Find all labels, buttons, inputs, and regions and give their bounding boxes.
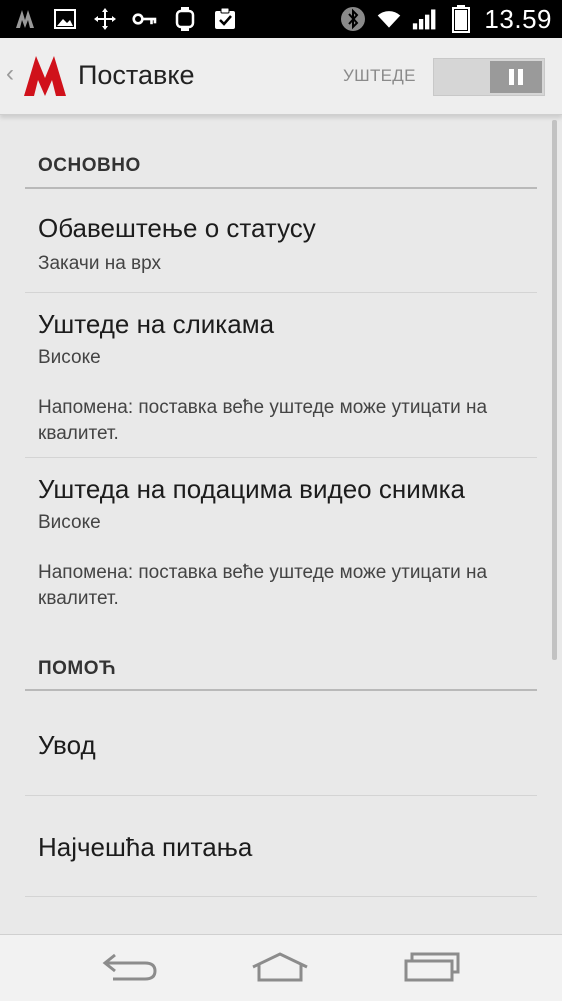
watch-icon: [172, 6, 198, 32]
toggle-thumb: [490, 61, 542, 93]
pref-status-notification[interactable]: Обавештење о статусу Закачи на врх: [0, 189, 552, 293]
section-header-basic: ОСНОВНО: [38, 155, 141, 176]
battery-icon: [448, 5, 474, 33]
key-icon: [132, 6, 158, 32]
clipboard-check-icon: [212, 6, 238, 32]
navigation-bar: [0, 934, 562, 1001]
pref-summary: Високе: [38, 347, 101, 368]
bluetooth-icon: [340, 6, 366, 32]
pref-title: Уштеда на подацима видео снимка: [38, 474, 465, 504]
pref-video-savings[interactable]: Уштеда на подацима видео снимка Високе Н…: [0, 458, 552, 622]
home-icon: [252, 952, 308, 982]
chevron-left-icon: ‹: [6, 60, 14, 87]
clock: 13.59: [484, 3, 552, 34]
image-icon: [52, 6, 78, 32]
pref-title: Увод: [38, 730, 96, 760]
scrollbar[interactable]: [552, 120, 557, 660]
pref-faq[interactable]: Најчешћа питања: [0, 796, 552, 896]
status-bar: 13.59: [0, 0, 562, 38]
settings-list: ОСНОВНО Обавештење о статусу Закачи на в…: [0, 115, 562, 933]
opera-max-icon: [12, 6, 38, 32]
pref-note: Напомена: поставка веће уштеде може утиц…: [38, 397, 488, 444]
notification-icons: [12, 6, 238, 32]
home-button[interactable]: [248, 947, 312, 987]
pref-summary: Закачи на врх: [38, 253, 161, 274]
row-divider: [25, 896, 537, 897]
recents-button[interactable]: [400, 947, 464, 987]
up-button[interactable]: ‹: [0, 38, 72, 114]
move-icon: [92, 6, 118, 32]
pause-icon: [509, 69, 514, 85]
opera-max-logo: [24, 56, 66, 96]
pref-image-savings[interactable]: Уштеде на сликама Високе Напомена: поста…: [0, 293, 552, 457]
signal-icon: [412, 6, 438, 32]
pref-title: Обавештење о статусу: [38, 213, 316, 243]
back-button[interactable]: [98, 947, 162, 987]
page-title: Поставке: [78, 60, 195, 90]
action-bar: ‹ Поставке УШТЕДЕ: [0, 38, 562, 115]
pref-title: Најчешћа питања: [38, 832, 253, 862]
savings-toggle[interactable]: [433, 58, 545, 96]
pref-title: Уштеде на сликама: [38, 309, 275, 339]
section-header-help: ПОМОЋ: [38, 658, 117, 679]
recents-icon: [404, 952, 460, 982]
system-icons: 13.59: [340, 4, 552, 34]
pref-note: Напомена: поставка веће уштеде може утиц…: [38, 562, 488, 609]
pref-summary: Високе: [38, 512, 101, 533]
savings-label: УШТЕДЕ: [343, 66, 416, 85]
back-icon: [102, 953, 157, 981]
pref-intro[interactable]: Увод: [0, 691, 552, 795]
wifi-icon: [376, 6, 402, 32]
